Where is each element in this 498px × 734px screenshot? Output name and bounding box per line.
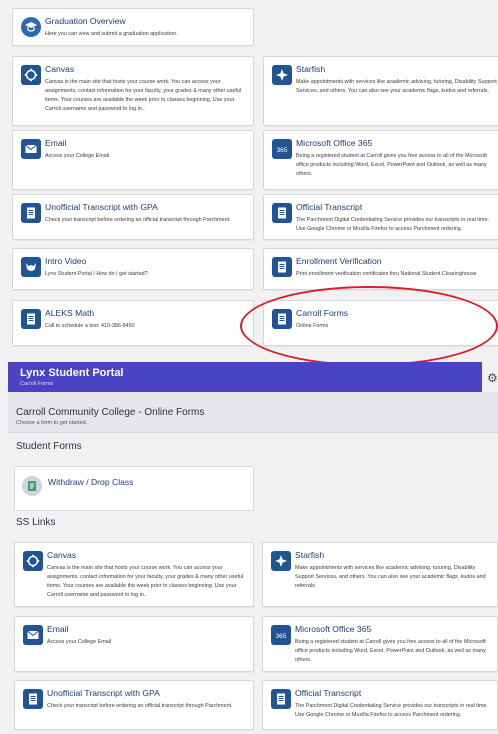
office365-card[interactable]: 365 Microsoft Office 365 Being a registe… bbox=[262, 616, 498, 672]
gear-icon[interactable]: ⚙ bbox=[487, 371, 498, 385]
portal-title[interactable]: Lynx Student Portal bbox=[20, 367, 124, 379]
card-title: Official Transcript bbox=[296, 202, 363, 212]
card-title: Canvas bbox=[45, 64, 75, 74]
card-description: Canvas is the main site that hosts your … bbox=[47, 565, 244, 599]
document-icon bbox=[272, 257, 292, 277]
enrollment-verification-card[interactable]: Enrollment Verification Print enrollment… bbox=[263, 248, 498, 290]
canvas-icon bbox=[21, 65, 41, 85]
card-description: Check your transcript before ordering an… bbox=[45, 217, 231, 223]
card-title: Microsoft Office 365 bbox=[295, 624, 372, 634]
card-description: Print enrollment verification certificat… bbox=[296, 271, 477, 277]
card-title: Graduation Overview bbox=[45, 16, 126, 26]
official-transcript-card[interactable]: Official Transcript The Parchment Digita… bbox=[262, 680, 498, 730]
card-title: Intro Video bbox=[45, 256, 87, 266]
unofficial-transcript-card[interactable]: Unofficial Transcript with GPA Check you… bbox=[12, 194, 254, 240]
svg-text:365: 365 bbox=[277, 147, 288, 154]
card-title: Email bbox=[47, 624, 69, 634]
office365-card[interactable]: 365 Microsoft Office 365 Being a registe… bbox=[263, 130, 498, 190]
transcript-icon bbox=[21, 203, 41, 223]
breadcrumb[interactable]: Carroll Forms bbox=[20, 381, 53, 387]
page-title-area: Carroll Community College - Online Forms… bbox=[8, 392, 498, 433]
card-title: Carroll Forms bbox=[296, 308, 349, 318]
email-card[interactable]: Email Access your College Email bbox=[12, 130, 254, 190]
card-title: Microsoft Office 365 bbox=[296, 138, 373, 148]
canvas-card[interactable]: Canvas Canvas is the main site that host… bbox=[12, 56, 254, 126]
aleks-math-card[interactable]: ALEKS Math Call to schedule a test: 410-… bbox=[12, 300, 254, 346]
document-icon bbox=[272, 309, 292, 329]
card-title: Starfish bbox=[295, 550, 325, 560]
document-icon bbox=[21, 309, 41, 329]
card-description: Check your transcript before ordering an… bbox=[47, 703, 233, 709]
section-heading-student-forms: Student Forms bbox=[16, 441, 82, 452]
card-description: Here you can view and submit a graduatio… bbox=[45, 31, 178, 37]
intro-video-card[interactable]: Intro Video Lynx Student Portal / How do… bbox=[12, 248, 254, 290]
card-title: Unofficial Transcript with GPA bbox=[47, 688, 160, 698]
card-title: Enrollment Verification bbox=[296, 256, 382, 266]
canvas-card[interactable]: Canvas Canvas is the main site that host… bbox=[14, 542, 254, 607]
card-description: Canvas is the main site that hosts your … bbox=[45, 79, 242, 113]
card-description: Being a registered student at Carroll gi… bbox=[295, 639, 486, 664]
card-title: Starfish bbox=[296, 64, 326, 74]
page-title: Carroll Community College - Online Forms bbox=[16, 407, 205, 418]
card-description: Access your College Email bbox=[47, 639, 112, 645]
card-title: ALEKS Math bbox=[45, 308, 95, 318]
starfish-icon bbox=[272, 65, 292, 85]
graduation-overview-card[interactable]: Graduation Overview Here you can view an… bbox=[12, 8, 254, 46]
email-icon bbox=[21, 139, 41, 159]
official-transcript-card[interactable]: Official Transcript The Parchment Digita… bbox=[263, 194, 498, 240]
carroll-forms-card[interactable]: Carroll Forms Online Forms bbox=[263, 300, 498, 346]
transcript-icon bbox=[272, 203, 292, 223]
card-description: Make appointments with services like aca… bbox=[296, 79, 497, 95]
starfish-icon bbox=[271, 551, 291, 571]
unofficial-transcript-card[interactable]: Unofficial Transcript with GPA Check you… bbox=[14, 680, 254, 730]
card-description: Lynx Student Portal / How do I get start… bbox=[45, 271, 148, 277]
screenshot-page: Graduation Overview Here you can view an… bbox=[0, 0, 498, 734]
card-title: Official Transcript bbox=[295, 688, 362, 698]
email-icon bbox=[23, 625, 43, 645]
card-description: Online Forms bbox=[296, 323, 329, 329]
card-title: Canvas bbox=[47, 550, 77, 560]
form-icon bbox=[22, 476, 42, 496]
card-title: Unofficial Transcript with GPA bbox=[45, 202, 158, 212]
transcript-icon bbox=[271, 689, 291, 709]
card-description: Access your College Email bbox=[45, 153, 110, 159]
page-subtitle: Choose a form to get started. bbox=[16, 420, 88, 426]
canvas-icon bbox=[23, 551, 43, 571]
portal-header: Lynx Student Portal Carroll Forms bbox=[8, 362, 482, 392]
card-description: Make appointments with services like aca… bbox=[295, 565, 486, 590]
office365-icon: 365 bbox=[272, 139, 292, 159]
graduation-icon bbox=[21, 17, 41, 37]
form-title: Withdraw / Drop Class bbox=[48, 477, 134, 487]
withdraw-drop-class-card[interactable]: Withdraw / Drop Class bbox=[14, 466, 254, 511]
transcript-icon bbox=[23, 689, 43, 709]
section-heading-ss-links: SS Links bbox=[16, 517, 56, 528]
card-description: Call to schedule a test: 410-386-8450 bbox=[45, 323, 135, 329]
card-title: Email bbox=[45, 138, 67, 148]
svg-text:365: 365 bbox=[276, 633, 287, 640]
office365-icon: 365 bbox=[271, 625, 291, 645]
lynx-icon bbox=[21, 257, 41, 277]
starfish-card[interactable]: Starfish Make appointments with services… bbox=[262, 542, 498, 607]
card-description: The Parchment Digital Credentialing Serv… bbox=[295, 703, 488, 719]
starfish-card[interactable]: Starfish Make appointments with services… bbox=[263, 56, 498, 126]
card-description: The Parchment Digital Credentialing Serv… bbox=[296, 217, 489, 233]
card-description: Being a registered student at Carroll gi… bbox=[296, 153, 487, 178]
email-card[interactable]: Email Access your College Email bbox=[14, 616, 254, 672]
